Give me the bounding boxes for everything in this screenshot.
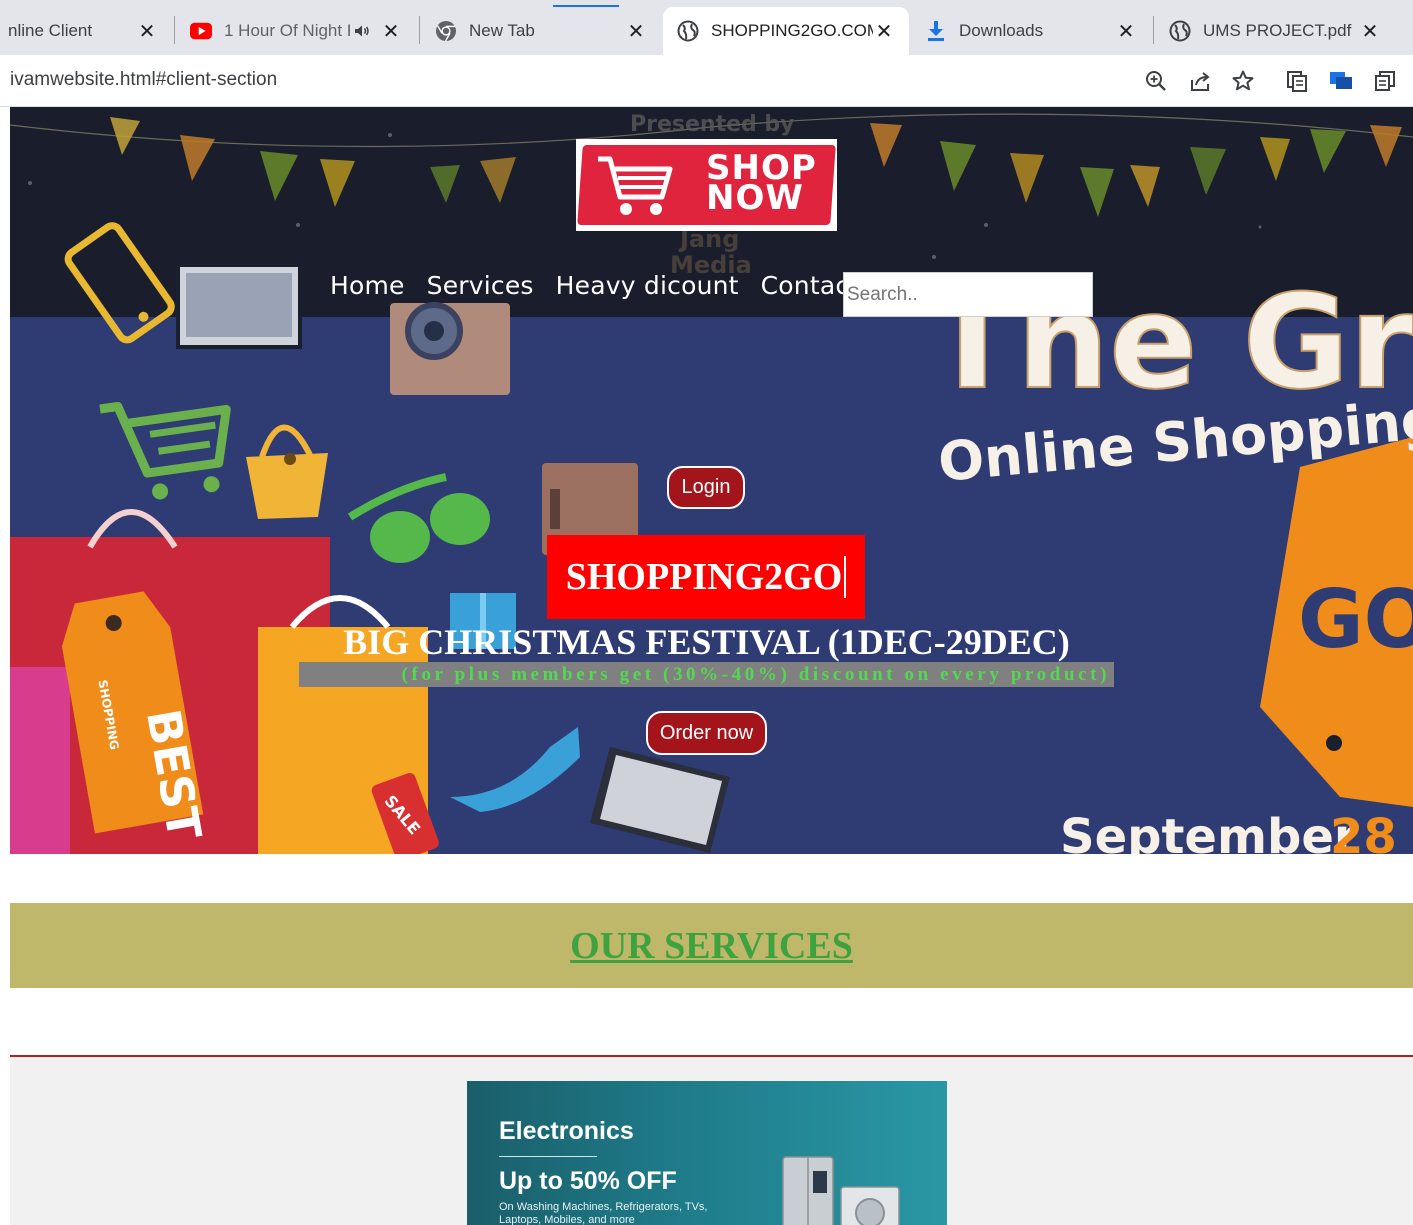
search-input[interactable]: [843, 272, 1093, 317]
nav-home[interactable]: Home: [330, 271, 405, 300]
nav-heavy-discount[interactable]: Heavy dicount: [556, 271, 739, 300]
youtube-icon: [190, 20, 212, 42]
close-icon[interactable]: ✕: [1115, 19, 1137, 44]
tab-client[interactable]: nline Client ✕: [0, 7, 172, 55]
screen-share-icon[interactable]: [1327, 67, 1355, 95]
sunglasses-icon: [347, 473, 490, 563]
tab-title: Downloads: [959, 21, 1044, 40]
festival-heading: BIG CHRISTMAS FESTIVAL (1DEC-29DEC): [343, 622, 1070, 662]
tab-separator: [174, 16, 175, 44]
promo-divider: [499, 1156, 597, 1157]
tab-separator: [1153, 16, 1154, 44]
share-icon[interactable]: [1186, 67, 1214, 95]
close-icon[interactable]: ✕: [625, 19, 647, 44]
chrome-icon: [435, 20, 457, 42]
hero-section: Presented by Jang Media BEST SHOPPING SA…: [10, 107, 1413, 854]
cart-icon: [598, 156, 673, 215]
tab-search-icon[interactable]: [1371, 67, 1399, 95]
services-title[interactable]: OUR SERVICES: [570, 924, 853, 968]
url-text[interactable]: ivamwebsite.html#client-section: [10, 69, 277, 91]
tab-separator: [419, 16, 420, 44]
tab-youtube[interactable]: 1 Hour Of Night F ✕: [176, 7, 416, 55]
tab-strip: nline Client ✕ 1 Hour Of Night F ✕ New T…: [0, 0, 1413, 55]
promo-offer: Up to 50% OFF: [499, 1167, 677, 1195]
shop-now-logo[interactable]: SHOP NOW: [576, 139, 837, 231]
tab-new-tab[interactable]: New Tab ✕: [421, 7, 661, 55]
pink-bag-icon: [10, 667, 70, 854]
promo-subtext: On Washing Machines, Refrigerators, TVs,…: [499, 1201, 708, 1225]
date-number-text: 28 -: [1330, 809, 1413, 854]
cart-icon: [99, 401, 231, 500]
address-bar: ivamwebsite.html#client-section: [0, 55, 1413, 107]
text-caret: [844, 556, 847, 598]
tab-title: New Tab: [469, 21, 535, 40]
phone-icon: [64, 222, 175, 344]
promo-title: Electronics: [499, 1117, 634, 1145]
camera-icon: [390, 302, 510, 395]
appliances-icon: [782, 1156, 900, 1225]
tab-title: 1 Hour Of Night F: [224, 21, 350, 40]
brand-heading: SHOPPING2GO: [547, 535, 865, 619]
logo-text: SHOP NOW: [706, 148, 817, 218]
monitor-icon: [176, 263, 302, 349]
close-icon[interactable]: ✕: [136, 19, 158, 44]
electronics-promo-card[interactable]: Electronics Up to 50% OFF On Washing Mac…: [467, 1081, 947, 1225]
nav-services[interactable]: Services: [427, 271, 534, 300]
login-button[interactable]: Login: [667, 466, 745, 509]
tab-shopping2go[interactable]: SHOPPING2GO.COM ✕: [663, 7, 909, 55]
download-icon: [925, 20, 947, 42]
close-icon[interactable]: ✕: [380, 19, 402, 44]
services-band: OUR SERVICES: [10, 903, 1413, 988]
speaker-icon[interactable]: [354, 24, 370, 38]
bookmark-star-icon[interactable]: [1229, 67, 1257, 95]
close-icon[interactable]: ✕: [873, 19, 895, 44]
tab-title: SHOPPING2GO.COM: [711, 21, 873, 40]
tab-downloads[interactable]: Downloads ✕: [911, 7, 1151, 55]
shoe-icon: [450, 727, 580, 812]
handbag-icon: [246, 424, 328, 519]
tab-ums-project[interactable]: UMS PROJECT.pdf ✕: [1155, 7, 1395, 55]
main-nav: Home Services Heavy dicount Contact Us: [330, 271, 899, 300]
tab-title: UMS PROJECT.pdf: [1203, 21, 1352, 40]
tab-title: nline Client: [8, 21, 93, 40]
laptop-icon: [590, 747, 730, 853]
date-text: September: [1060, 809, 1358, 854]
extension-icon[interactable]: [1283, 67, 1311, 95]
discount-note: (for plus members get (30%-40%) discount…: [299, 662, 1114, 687]
globe-icon: [1169, 20, 1191, 42]
close-icon[interactable]: ✕: [1359, 19, 1381, 44]
globe-icon: [677, 20, 699, 42]
zoom-icon[interactable]: [1142, 67, 1170, 95]
order-now-button[interactable]: Order now: [646, 711, 767, 755]
web-page: Presented by Jang Media BEST SHOPPING SA…: [10, 107, 1413, 1225]
